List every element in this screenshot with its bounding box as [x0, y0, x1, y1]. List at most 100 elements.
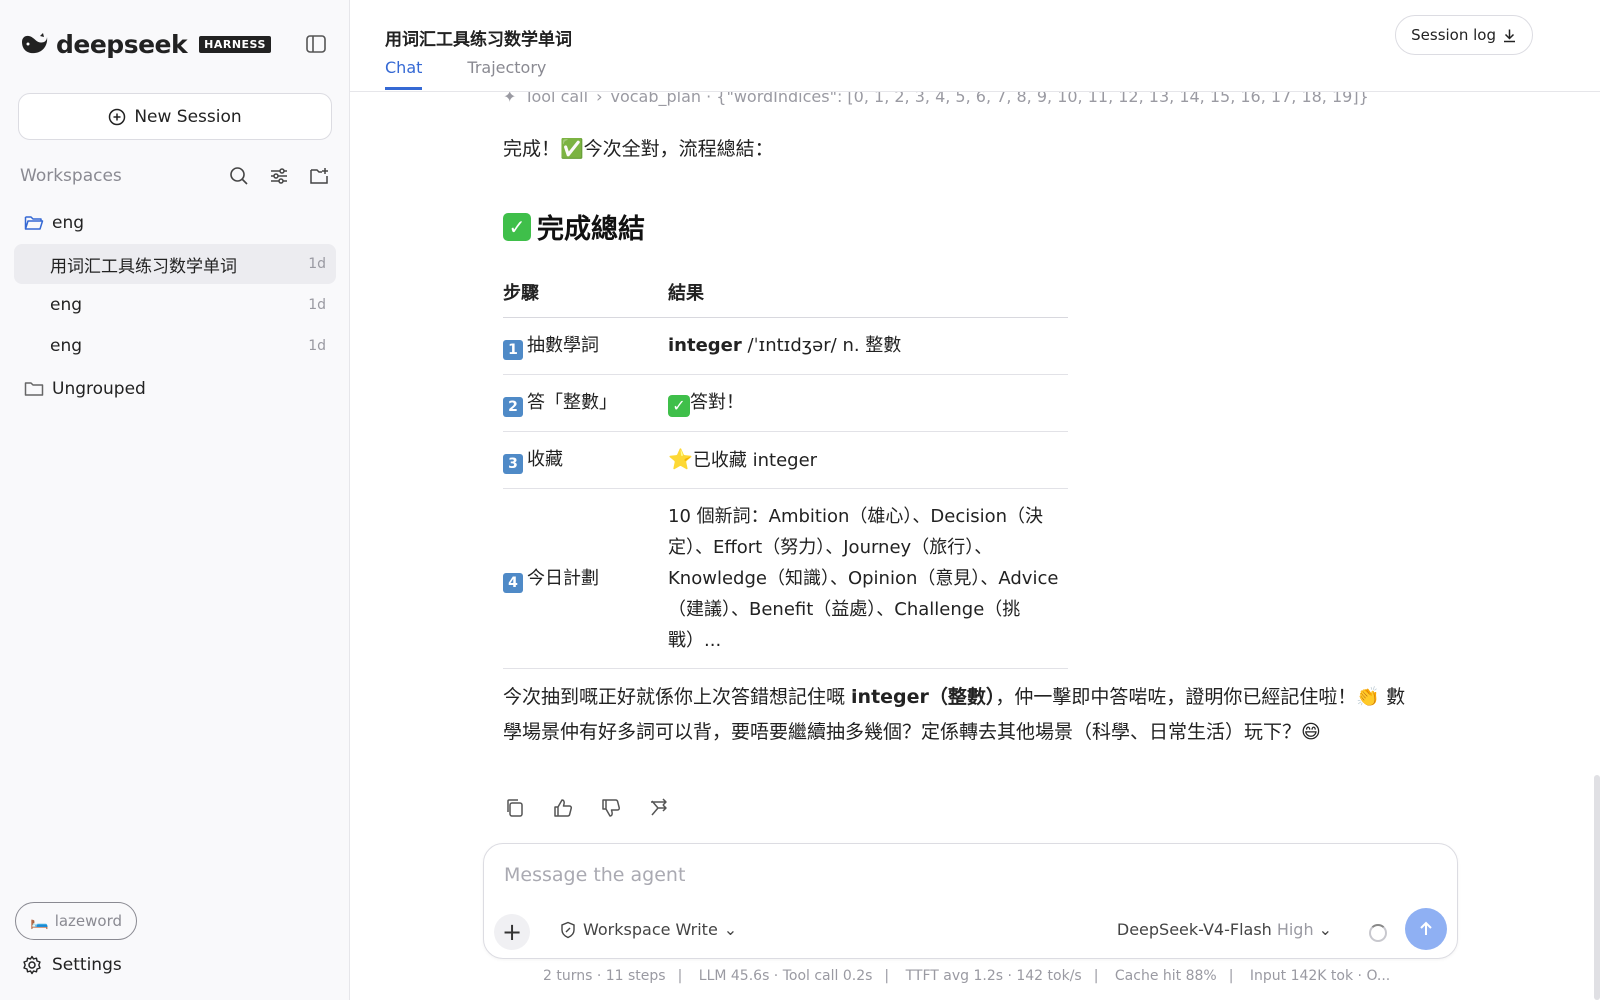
result-cell: 10 個新詞：Ambition（雄心）、Decision（決定）、Effort（…: [668, 488, 1068, 669]
session-item[interactable]: 用词汇工具练习数学单词 1d: [14, 244, 336, 284]
star-icon: ⭐: [668, 446, 693, 471]
result-text: 已收藏 integer: [692, 449, 818, 471]
session-item[interactable]: eng 1d: [14, 285, 336, 325]
closing-bold: integer（整數）: [851, 686, 996, 708]
result-text: 答對！: [690, 392, 744, 413]
new-session-button[interactable]: New Session: [18, 93, 332, 140]
folder-open-icon: [24, 216, 44, 230]
bed-icon: 🛏️: [30, 912, 49, 930]
number-badge: 4: [503, 572, 523, 593]
table-row: 3 收藏 ⭐已收藏 integer: [503, 431, 1068, 489]
folder-eng[interactable]: eng: [14, 203, 336, 243]
number-badge: 1: [503, 340, 523, 360]
session-log-button[interactable]: Session log: [1395, 15, 1533, 55]
result-bold: integer: [668, 335, 742, 356]
workspaces-title: Workspaces: [20, 166, 122, 186]
closing-text: 今次抽到嘅正好就係你上次答錯想記住嘅 integer（整數），仲一擊即中答啱咗，…: [503, 680, 1423, 750]
download-icon: [1504, 29, 1515, 42]
plus-icon: +: [501, 918, 523, 946]
folder-ungrouped[interactable]: Ungrouped: [14, 369, 336, 409]
mode-selector[interactable]: Workspace Write ⌄: [559, 920, 737, 939]
thumbs-down-icon[interactable]: [599, 796, 623, 820]
result-cell: ⭐已收藏 integer: [668, 431, 1068, 489]
main-panel: 用词汇工具练习数学单词 Chat Trajectory Session log …: [350, 0, 1600, 1000]
model-name: DeepSeek-V4-Flash: [1116, 920, 1272, 939]
table-header: 步驟: [503, 275, 668, 318]
attach-button[interactable]: +: [494, 914, 530, 950]
model-selector[interactable]: DeepSeek-V4-Flash High ⌄: [1117, 920, 1332, 939]
copy-icon[interactable]: [503, 796, 527, 820]
step-label: 收藏: [527, 449, 563, 470]
mode-label: Workspace Write: [583, 920, 718, 939]
filter-icon[interactable]: [268, 165, 290, 187]
session-item[interactable]: eng 1d: [14, 326, 336, 366]
stat-llm: LLM 45.6s · Tool call 0.2s: [698, 968, 873, 984]
brand-logo[interactable]: deepseek HARNESS: [20, 30, 271, 59]
tab-trajectory[interactable]: Trajectory: [467, 58, 546, 90]
check-icon: ✓: [503, 212, 531, 241]
session-label: eng: [50, 336, 83, 356]
summary-heading: ✓ 完成總結: [503, 207, 645, 246]
scrollbar[interactable]: [1594, 775, 1600, 1000]
number-badge: 3: [503, 454, 523, 474]
brand-name: deepseek: [56, 30, 188, 59]
table-row: 4 今日計劃 10 個新詞：Ambition（雄心）、Decision（決定）、E…: [503, 488, 1068, 669]
check-icon: ✓: [668, 395, 690, 417]
session-log-label: Session log: [1411, 26, 1496, 44]
summary-table: 步驟 結果 1 抽數學詞 integer /ˈɪntɪdʒər/ n. 整數 2答…: [503, 275, 1068, 669]
session-label: eng: [50, 295, 83, 315]
step-label: 答「整數」: [527, 392, 617, 413]
tab-chat[interactable]: Chat: [385, 58, 423, 90]
sidebar-toggle-icon[interactable]: [305, 33, 327, 55]
result-text: /ˈɪntɪdʒər/ n. 整數: [741, 335, 902, 356]
folder-label: eng: [52, 213, 85, 233]
user-name: lazeword: [54, 912, 123, 930]
stat-cache: Cache hit 88%: [1114, 968, 1217, 984]
session-age: 1d: [308, 338, 326, 354]
chevron-down-icon: ⌄: [1318, 920, 1332, 939]
message-input[interactable]: [504, 864, 1404, 886]
message-actions: [503, 796, 671, 820]
shield-pen-icon: [561, 921, 575, 938]
step-cell: 4 今日計劃: [503, 488, 668, 669]
send-button[interactable]: [1405, 908, 1447, 950]
result-cell: ✓ 答對！: [668, 374, 1068, 432]
whale-icon: [22, 32, 48, 53]
new-session-label: New Session: [134, 106, 242, 127]
folder-label: Ungrouped: [52, 379, 146, 399]
chevron-down-icon: ⌄: [723, 920, 738, 939]
result-cell: integer /ˈɪntɪdʒər/ n. 整數: [668, 317, 1068, 375]
new-folder-icon[interactable]: [308, 165, 330, 187]
workspaces-header: Workspaces: [20, 164, 330, 188]
user-chip[interactable]: 🛏️ lazeword: [15, 902, 138, 940]
closing-pre: 今次抽到嘅正好就係你上次答錯想記住嘅: [503, 686, 852, 708]
step-cell: 3 收藏: [503, 431, 668, 489]
workspace-tree: eng 用词汇工具练习数学单词 1d eng 1d eng 1d Ungroup…: [14, 203, 336, 409]
number-badge: 2: [503, 397, 523, 417]
arrow-up-icon: [1420, 921, 1432, 935]
stat-ttft: TTFT avg 1.2s · 142 tok/s: [905, 968, 1082, 984]
top-bar: 用词汇工具练习数学单词 Chat Trajectory Session log: [350, 0, 1600, 92]
settings-button[interactable]: Settings: [22, 955, 122, 975]
plus-circle-icon: [109, 108, 126, 125]
table-row: 2 答「整數」 ✓ 答對！: [503, 374, 1068, 432]
page-title: 用词汇工具练习数学单词: [385, 30, 572, 50]
search-icon[interactable]: [228, 165, 250, 187]
step-cell: 2 答「整數」: [503, 374, 668, 432]
step-cell: 1 抽數學詞: [503, 317, 668, 375]
settings-label: Settings: [52, 955, 122, 975]
session-label: 用词汇工具练习数学单词: [50, 256, 237, 277]
stat-input: Input 142K tok · O...: [1249, 968, 1391, 984]
gear-icon: [23, 955, 41, 975]
tab-bar: Chat Trajectory: [385, 58, 546, 90]
branch-icon[interactable]: [647, 796, 671, 820]
sidebar: deepseek HARNESS New Session Workspaces: [0, 0, 350, 1000]
summary-heading-text: 完成總結: [537, 214, 645, 245]
intro-text: 完成！✅今次全對，流程總結：: [503, 138, 774, 160]
step-label: 今日計劃: [527, 567, 599, 589]
thumbs-up-icon[interactable]: [551, 796, 575, 820]
table-header: 結果: [668, 275, 1068, 318]
result-text: 10 個新詞：Ambition（雄心）、Decision（決定）、Effort（…: [668, 505, 1059, 651]
session-stats: 2 turns · 11 steps | LLM 45.6s · Tool cal…: [543, 968, 1391, 984]
session-age: 1d: [308, 297, 326, 313]
